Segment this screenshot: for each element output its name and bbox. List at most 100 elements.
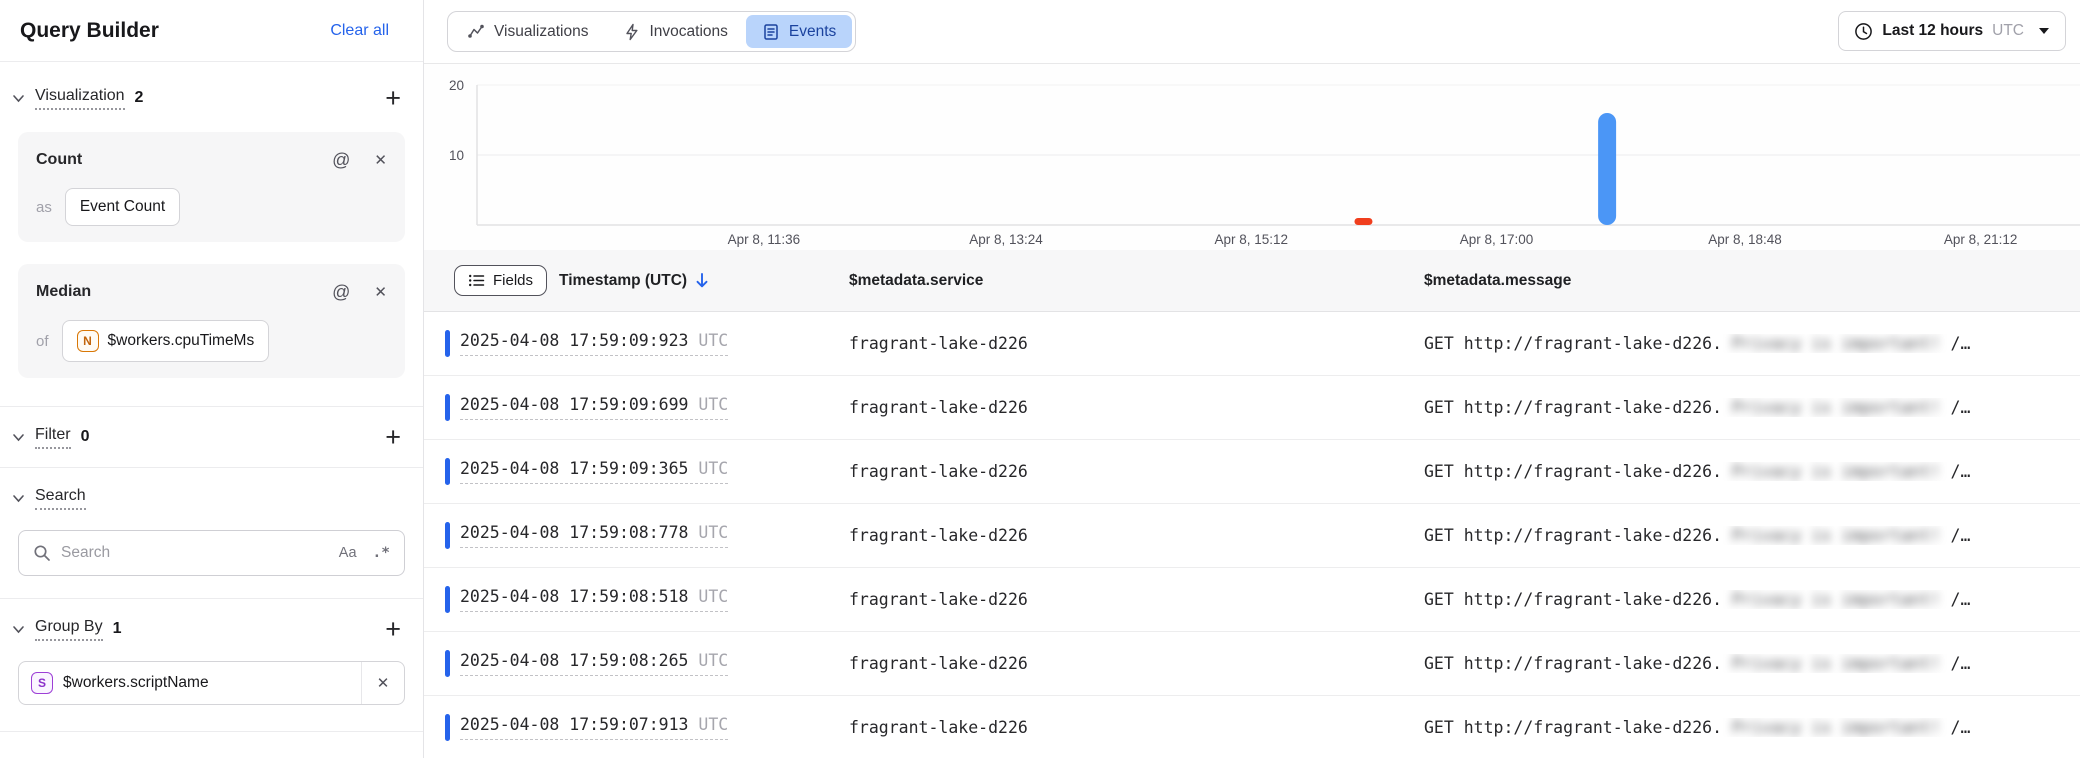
chart-bar[interactable] [1598, 113, 1616, 225]
group-by-section-label[interactable]: Group By [35, 618, 103, 641]
field-value: $workers.cpuTimeMs [108, 332, 255, 350]
time-range-label: Last 12 hours [1882, 22, 1983, 40]
timestamp-link[interactable]: 2025-04-08 17:59:08:778 UTC [460, 523, 728, 548]
visualization-section-label[interactable]: Visualization [35, 87, 125, 110]
bolt-icon [623, 23, 641, 41]
column-header-timestamp[interactable]: Timestamp (UTC) [559, 272, 710, 290]
message-cell: GET http://fragrant-lake-d226. Privacy i… [1424, 526, 2080, 545]
service-cell: fragrant-lake-d226 [849, 462, 1424, 481]
visualization-card-median: Median @ ✕ of N $workers.cpuTimeMs [18, 264, 405, 378]
group-by-chip[interactable]: S $workers.scriptName ✕ [18, 661, 405, 705]
chart-bar[interactable] [1354, 218, 1372, 225]
section-divider [0, 467, 423, 468]
number-type-badge: N [77, 330, 99, 352]
query-builder-app: Query Builder Clear all Visualization 2 … [0, 0, 2080, 758]
section-divider [0, 406, 423, 407]
fields-button-label: Fields [493, 272, 533, 289]
chevron-down-icon[interactable] [11, 622, 26, 637]
table-row[interactable]: 2025-04-08 17:59:09:923 UTC fragrant-lak… [424, 312, 2080, 376]
clear-all-button[interactable]: Clear all [330, 22, 389, 40]
table-row[interactable]: 2025-04-08 17:59:07:913 UTC fragrant-lak… [424, 696, 2080, 758]
alias-value-box[interactable]: Event Count [65, 188, 180, 226]
regex-icon[interactable]: .* [373, 545, 390, 561]
service-cell: fragrant-lake-d226 [849, 334, 1424, 353]
add-visualization-button[interactable]: + [385, 88, 401, 108]
chart-canvas: 1020Apr 8, 11:36Apr 8, 13:24Apr 8, 15:12… [424, 64, 2080, 250]
field-value-box[interactable]: N $workers.cpuTimeMs [62, 320, 270, 362]
timestamp-link[interactable]: 2025-04-08 17:59:08:265 UTC [460, 651, 728, 676]
close-icon[interactable]: ✕ [374, 283, 387, 301]
table-row[interactable]: 2025-04-08 17:59:08:778 UTC fragrant-lak… [424, 504, 2080, 568]
x-axis-tick-label: Apr 8, 18:48 [1708, 232, 1782, 247]
timestamp-link[interactable]: 2025-04-08 17:59:09:365 UTC [460, 459, 728, 484]
case-sensitive-icon[interactable]: Aa [339, 545, 357, 561]
close-icon[interactable]: ✕ [374, 151, 387, 169]
utc-label: UTC [698, 331, 728, 350]
row-indicator [445, 394, 450, 421]
table-row[interactable]: 2025-04-08 17:59:09:365 UTC fragrant-lak… [424, 440, 2080, 504]
service-cell: fragrant-lake-d226 [849, 654, 1424, 673]
card-prefix: of [36, 333, 49, 350]
card-prefix: as [36, 199, 52, 216]
timestamp-link[interactable]: 2025-04-08 17:59:08:518 UTC [460, 587, 728, 612]
table-row[interactable]: 2025-04-08 17:59:08:518 UTC fragrant-lak… [424, 568, 2080, 632]
row-indicator [445, 522, 450, 549]
timestamp-link[interactable]: 2025-04-08 17:59:09:699 UTC [460, 395, 728, 420]
add-group-by-button[interactable]: + [385, 619, 401, 639]
column-header-message: $metadata.message [1424, 272, 2080, 290]
utc-label: UTC [698, 395, 728, 414]
search-box: Aa .* [18, 530, 405, 576]
close-icon: ✕ [377, 674, 390, 692]
filter-section-label[interactable]: Filter [35, 426, 71, 449]
message-cell: GET http://fragrant-lake-d226. Privacy i… [1424, 462, 2080, 481]
y-axis-tick-label: 20 [449, 78, 464, 93]
list-fields-icon [468, 273, 485, 288]
query-builder-sidebar: Query Builder Clear all Visualization 2 … [0, 0, 424, 758]
alias-value: Event Count [80, 198, 165, 216]
y-axis-tick-label: 10 [449, 148, 464, 163]
section-divider [0, 598, 423, 599]
search-input[interactable] [61, 544, 339, 562]
group-by-count: 1 [113, 620, 122, 638]
message-cell: GET http://fragrant-lake-d226. Privacy i… [1424, 398, 2080, 417]
service-cell: fragrant-lake-d226 [849, 398, 1424, 417]
column-header-service: $metadata.service [849, 272, 1424, 290]
tab-invocations[interactable]: Invocations [607, 15, 744, 48]
timestamp-link[interactable]: 2025-04-08 17:59:09:923 UTC [460, 331, 728, 356]
add-filter-button[interactable]: + [385, 427, 401, 447]
search-section-header: Search [0, 482, 423, 514]
row-indicator [445, 650, 450, 677]
x-axis-tick-label: Apr 8, 15:12 [1214, 232, 1288, 247]
table-row[interactable]: 2025-04-08 17:59:09:699 UTC fragrant-lak… [424, 376, 2080, 440]
alias-icon[interactable]: @ [332, 282, 350, 303]
sidebar-header: Query Builder Clear all [0, 0, 423, 62]
timestamp-link[interactable]: 2025-04-08 17:59:07:913 UTC [460, 715, 728, 740]
fields-button[interactable]: Fields [454, 265, 547, 296]
chevron-down-icon[interactable] [11, 430, 26, 445]
events-table-body: 2025-04-08 17:59:09:923 UTC fragrant-lak… [424, 312, 2080, 758]
tab-label: Visualizations [494, 23, 589, 41]
chevron-down-icon[interactable] [11, 91, 26, 106]
view-tab-group: Visualizations Invocations Events [447, 11, 856, 52]
card-title: Count [36, 151, 82, 169]
search-section-label[interactable]: Search [35, 487, 86, 510]
tab-events[interactable]: Events [746, 15, 852, 48]
filter-section-header: Filter 0 + [0, 421, 423, 453]
alias-icon[interactable]: @ [332, 150, 350, 171]
chevron-down-icon[interactable] [11, 491, 26, 506]
search-icon [33, 544, 51, 562]
filter-count: 0 [81, 428, 90, 446]
card-title: Median [36, 283, 91, 301]
redacted-text: Privacy is important! [1732, 398, 1941, 417]
message-cell: GET http://fragrant-lake-d226. Privacy i… [1424, 718, 2080, 737]
remove-group-by-button[interactable]: ✕ [362, 662, 404, 704]
table-row[interactable]: 2025-04-08 17:59:08:265 UTC fragrant-lak… [424, 632, 2080, 696]
utc-label: UTC [698, 651, 728, 670]
tab-visualizations[interactable]: Visualizations [451, 15, 605, 48]
visualization-section-header: Visualization 2 + [0, 82, 423, 114]
service-cell: fragrant-lake-d226 [849, 718, 1424, 737]
service-cell: fragrant-lake-d226 [849, 590, 1424, 609]
x-axis-tick-label: Apr 8, 17:00 [1460, 232, 1534, 247]
redacted-text: Privacy is important! [1732, 526, 1941, 545]
time-range-dropdown[interactable]: Last 12 hours UTC [1838, 11, 2066, 51]
